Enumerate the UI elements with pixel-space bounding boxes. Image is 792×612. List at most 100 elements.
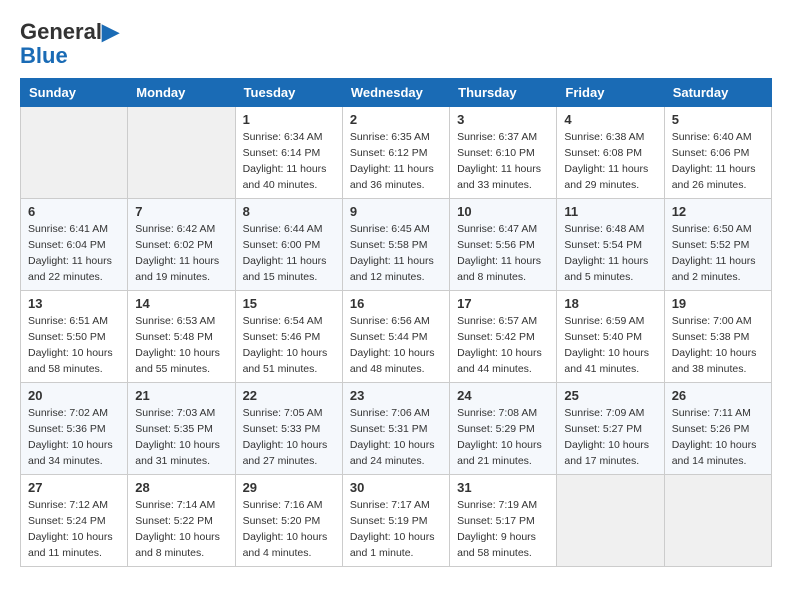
week-row-4: 20 Sunrise: 7:02 AMSunset: 5:36 PMDaylig… — [21, 383, 772, 475]
day-cell: 27 Sunrise: 7:12 AMSunset: 5:24 PMDaylig… — [21, 475, 128, 567]
calendar-table: SundayMondayTuesdayWednesdayThursdayFrid… — [20, 78, 772, 567]
page-header: General▶ Blue — [20, 20, 772, 68]
day-cell: 13 Sunrise: 6:51 AMSunset: 5:50 PMDaylig… — [21, 291, 128, 383]
day-info: Sunrise: 6:44 AMSunset: 6:00 PMDaylight:… — [243, 222, 335, 285]
day-info: Sunrise: 6:47 AMSunset: 5:56 PMDaylight:… — [457, 222, 549, 285]
day-number: 5 — [672, 112, 764, 127]
day-info: Sunrise: 6:38 AMSunset: 6:08 PMDaylight:… — [564, 130, 656, 193]
day-info: Sunrise: 6:48 AMSunset: 5:54 PMDaylight:… — [564, 222, 656, 285]
logo-text: General▶ Blue — [20, 20, 119, 68]
col-header-wednesday: Wednesday — [342, 79, 449, 107]
day-number: 27 — [28, 480, 120, 495]
day-number: 7 — [135, 204, 227, 219]
day-info: Sunrise: 6:57 AMSunset: 5:42 PMDaylight:… — [457, 314, 549, 377]
day-number: 16 — [350, 296, 442, 311]
day-number: 23 — [350, 388, 442, 403]
day-info: Sunrise: 7:05 AMSunset: 5:33 PMDaylight:… — [243, 406, 335, 469]
day-info: Sunrise: 7:00 AMSunset: 5:38 PMDaylight:… — [672, 314, 764, 377]
day-number: 22 — [243, 388, 335, 403]
day-info: Sunrise: 7:12 AMSunset: 5:24 PMDaylight:… — [28, 498, 120, 561]
col-header-friday: Friday — [557, 79, 664, 107]
day-info: Sunrise: 7:14 AMSunset: 5:22 PMDaylight:… — [135, 498, 227, 561]
day-info: Sunrise: 6:37 AMSunset: 6:10 PMDaylight:… — [457, 130, 549, 193]
day-info: Sunrise: 6:51 AMSunset: 5:50 PMDaylight:… — [28, 314, 120, 377]
day-number: 10 — [457, 204, 549, 219]
day-cell: 1 Sunrise: 6:34 AMSunset: 6:14 PMDayligh… — [235, 107, 342, 199]
day-cell: 5 Sunrise: 6:40 AMSunset: 6:06 PMDayligh… — [664, 107, 771, 199]
day-cell: 31 Sunrise: 7:19 AMSunset: 5:17 PMDaylig… — [450, 475, 557, 567]
col-header-tuesday: Tuesday — [235, 79, 342, 107]
day-cell: 28 Sunrise: 7:14 AMSunset: 5:22 PMDaylig… — [128, 475, 235, 567]
day-info: Sunrise: 7:02 AMSunset: 5:36 PMDaylight:… — [28, 406, 120, 469]
day-info: Sunrise: 6:50 AMSunset: 5:52 PMDaylight:… — [672, 222, 764, 285]
day-info: Sunrise: 7:08 AMSunset: 5:29 PMDaylight:… — [457, 406, 549, 469]
day-cell: 22 Sunrise: 7:05 AMSunset: 5:33 PMDaylig… — [235, 383, 342, 475]
day-cell: 15 Sunrise: 6:54 AMSunset: 5:46 PMDaylig… — [235, 291, 342, 383]
week-row-5: 27 Sunrise: 7:12 AMSunset: 5:24 PMDaylig… — [21, 475, 772, 567]
day-number: 18 — [564, 296, 656, 311]
day-info: Sunrise: 7:09 AMSunset: 5:27 PMDaylight:… — [564, 406, 656, 469]
day-info: Sunrise: 6:59 AMSunset: 5:40 PMDaylight:… — [564, 314, 656, 377]
day-info: Sunrise: 7:17 AMSunset: 5:19 PMDaylight:… — [350, 498, 442, 561]
day-cell — [557, 475, 664, 567]
day-number: 14 — [135, 296, 227, 311]
day-cell: 30 Sunrise: 7:17 AMSunset: 5:19 PMDaylig… — [342, 475, 449, 567]
day-number: 11 — [564, 204, 656, 219]
day-number: 29 — [243, 480, 335, 495]
day-cell: 11 Sunrise: 6:48 AMSunset: 5:54 PMDaylig… — [557, 199, 664, 291]
day-cell: 8 Sunrise: 6:44 AMSunset: 6:00 PMDayligh… — [235, 199, 342, 291]
day-number: 4 — [564, 112, 656, 127]
day-info: Sunrise: 7:11 AMSunset: 5:26 PMDaylight:… — [672, 406, 764, 469]
day-cell: 12 Sunrise: 6:50 AMSunset: 5:52 PMDaylig… — [664, 199, 771, 291]
day-number: 24 — [457, 388, 549, 403]
day-info: Sunrise: 6:45 AMSunset: 5:58 PMDaylight:… — [350, 222, 442, 285]
day-cell: 17 Sunrise: 6:57 AMSunset: 5:42 PMDaylig… — [450, 291, 557, 383]
day-cell: 10 Sunrise: 6:47 AMSunset: 5:56 PMDaylig… — [450, 199, 557, 291]
day-cell — [664, 475, 771, 567]
week-row-2: 6 Sunrise: 6:41 AMSunset: 6:04 PMDayligh… — [21, 199, 772, 291]
day-number: 28 — [135, 480, 227, 495]
day-info: Sunrise: 7:16 AMSunset: 5:20 PMDaylight:… — [243, 498, 335, 561]
day-info: Sunrise: 6:40 AMSunset: 6:06 PMDaylight:… — [672, 130, 764, 193]
header-row: SundayMondayTuesdayWednesdayThursdayFrid… — [21, 79, 772, 107]
day-info: Sunrise: 6:42 AMSunset: 6:02 PMDaylight:… — [135, 222, 227, 285]
day-number: 12 — [672, 204, 764, 219]
day-number: 2 — [350, 112, 442, 127]
day-info: Sunrise: 6:53 AMSunset: 5:48 PMDaylight:… — [135, 314, 227, 377]
day-number: 21 — [135, 388, 227, 403]
day-number: 6 — [28, 204, 120, 219]
day-cell: 18 Sunrise: 6:59 AMSunset: 5:40 PMDaylig… — [557, 291, 664, 383]
day-number: 3 — [457, 112, 549, 127]
day-number: 13 — [28, 296, 120, 311]
day-cell — [21, 107, 128, 199]
day-cell: 23 Sunrise: 7:06 AMSunset: 5:31 PMDaylig… — [342, 383, 449, 475]
day-number: 20 — [28, 388, 120, 403]
col-header-sunday: Sunday — [21, 79, 128, 107]
logo: General▶ Blue — [20, 20, 119, 68]
day-cell: 24 Sunrise: 7:08 AMSunset: 5:29 PMDaylig… — [450, 383, 557, 475]
day-info: Sunrise: 7:19 AMSunset: 5:17 PMDaylight:… — [457, 498, 549, 561]
day-cell: 21 Sunrise: 7:03 AMSunset: 5:35 PMDaylig… — [128, 383, 235, 475]
day-number: 19 — [672, 296, 764, 311]
day-number: 25 — [564, 388, 656, 403]
day-info: Sunrise: 6:35 AMSunset: 6:12 PMDaylight:… — [350, 130, 442, 193]
day-cell: 6 Sunrise: 6:41 AMSunset: 6:04 PMDayligh… — [21, 199, 128, 291]
day-cell: 16 Sunrise: 6:56 AMSunset: 5:44 PMDaylig… — [342, 291, 449, 383]
day-info: Sunrise: 6:41 AMSunset: 6:04 PMDaylight:… — [28, 222, 120, 285]
day-number: 31 — [457, 480, 549, 495]
day-cell: 9 Sunrise: 6:45 AMSunset: 5:58 PMDayligh… — [342, 199, 449, 291]
day-info: Sunrise: 7:06 AMSunset: 5:31 PMDaylight:… — [350, 406, 442, 469]
day-number: 17 — [457, 296, 549, 311]
day-number: 1 — [243, 112, 335, 127]
day-info: Sunrise: 6:34 AMSunset: 6:14 PMDaylight:… — [243, 130, 335, 193]
col-header-saturday: Saturday — [664, 79, 771, 107]
day-cell — [128, 107, 235, 199]
day-cell: 4 Sunrise: 6:38 AMSunset: 6:08 PMDayligh… — [557, 107, 664, 199]
day-cell: 3 Sunrise: 6:37 AMSunset: 6:10 PMDayligh… — [450, 107, 557, 199]
day-cell: 7 Sunrise: 6:42 AMSunset: 6:02 PMDayligh… — [128, 199, 235, 291]
day-cell: 25 Sunrise: 7:09 AMSunset: 5:27 PMDaylig… — [557, 383, 664, 475]
day-number: 26 — [672, 388, 764, 403]
day-info: Sunrise: 6:54 AMSunset: 5:46 PMDaylight:… — [243, 314, 335, 377]
day-cell: 29 Sunrise: 7:16 AMSunset: 5:20 PMDaylig… — [235, 475, 342, 567]
day-cell: 26 Sunrise: 7:11 AMSunset: 5:26 PMDaylig… — [664, 383, 771, 475]
